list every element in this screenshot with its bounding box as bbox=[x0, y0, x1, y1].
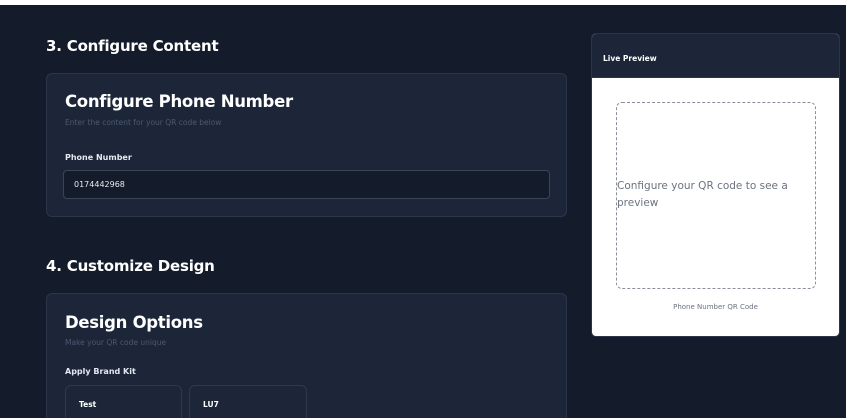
live-preview-panel: Live Preview Configure your QR code to s… bbox=[591, 33, 840, 337]
design-options-card: Design Options Make your QR code unique … bbox=[46, 293, 567, 418]
preview-placeholder-message: Configure your QR code to see a preview bbox=[617, 180, 788, 209]
section-title-configure-content: 3. Configure Content bbox=[46, 37, 219, 55]
card-subtitle: Make your QR code unique bbox=[65, 338, 167, 347]
card-title: Design Options bbox=[65, 313, 203, 332]
section-title-customize-design: 4. Customize Design bbox=[46, 257, 215, 275]
app-window: 3. Configure Content Configure Phone Num… bbox=[0, 5, 846, 418]
card-subtitle: Enter the content for your QR code below bbox=[65, 118, 222, 127]
configure-phone-card: Configure Phone Number Enter the content… bbox=[46, 73, 567, 217]
apply-brand-kit-label: Apply Brand Kit bbox=[65, 367, 136, 376]
live-preview-header: Live Preview bbox=[592, 34, 839, 78]
brand-kit-name: LU7 bbox=[203, 400, 219, 409]
brand-kit-name: Test bbox=[79, 400, 97, 409]
brand-kit-option-lu7[interactable]: LU7 bbox=[189, 385, 307, 418]
card-title: Configure Phone Number bbox=[65, 92, 293, 111]
brand-kit-option-test[interactable]: Test bbox=[65, 385, 182, 418]
qr-preview-placeholder: Configure your QR code to see a preview bbox=[616, 102, 816, 289]
phone-number-label: Phone Number bbox=[65, 153, 132, 162]
phone-number-input[interactable] bbox=[63, 170, 550, 199]
qr-code-caption: Phone Number QR Code bbox=[673, 303, 758, 311]
live-preview-title: Live Preview bbox=[603, 54, 657, 63]
